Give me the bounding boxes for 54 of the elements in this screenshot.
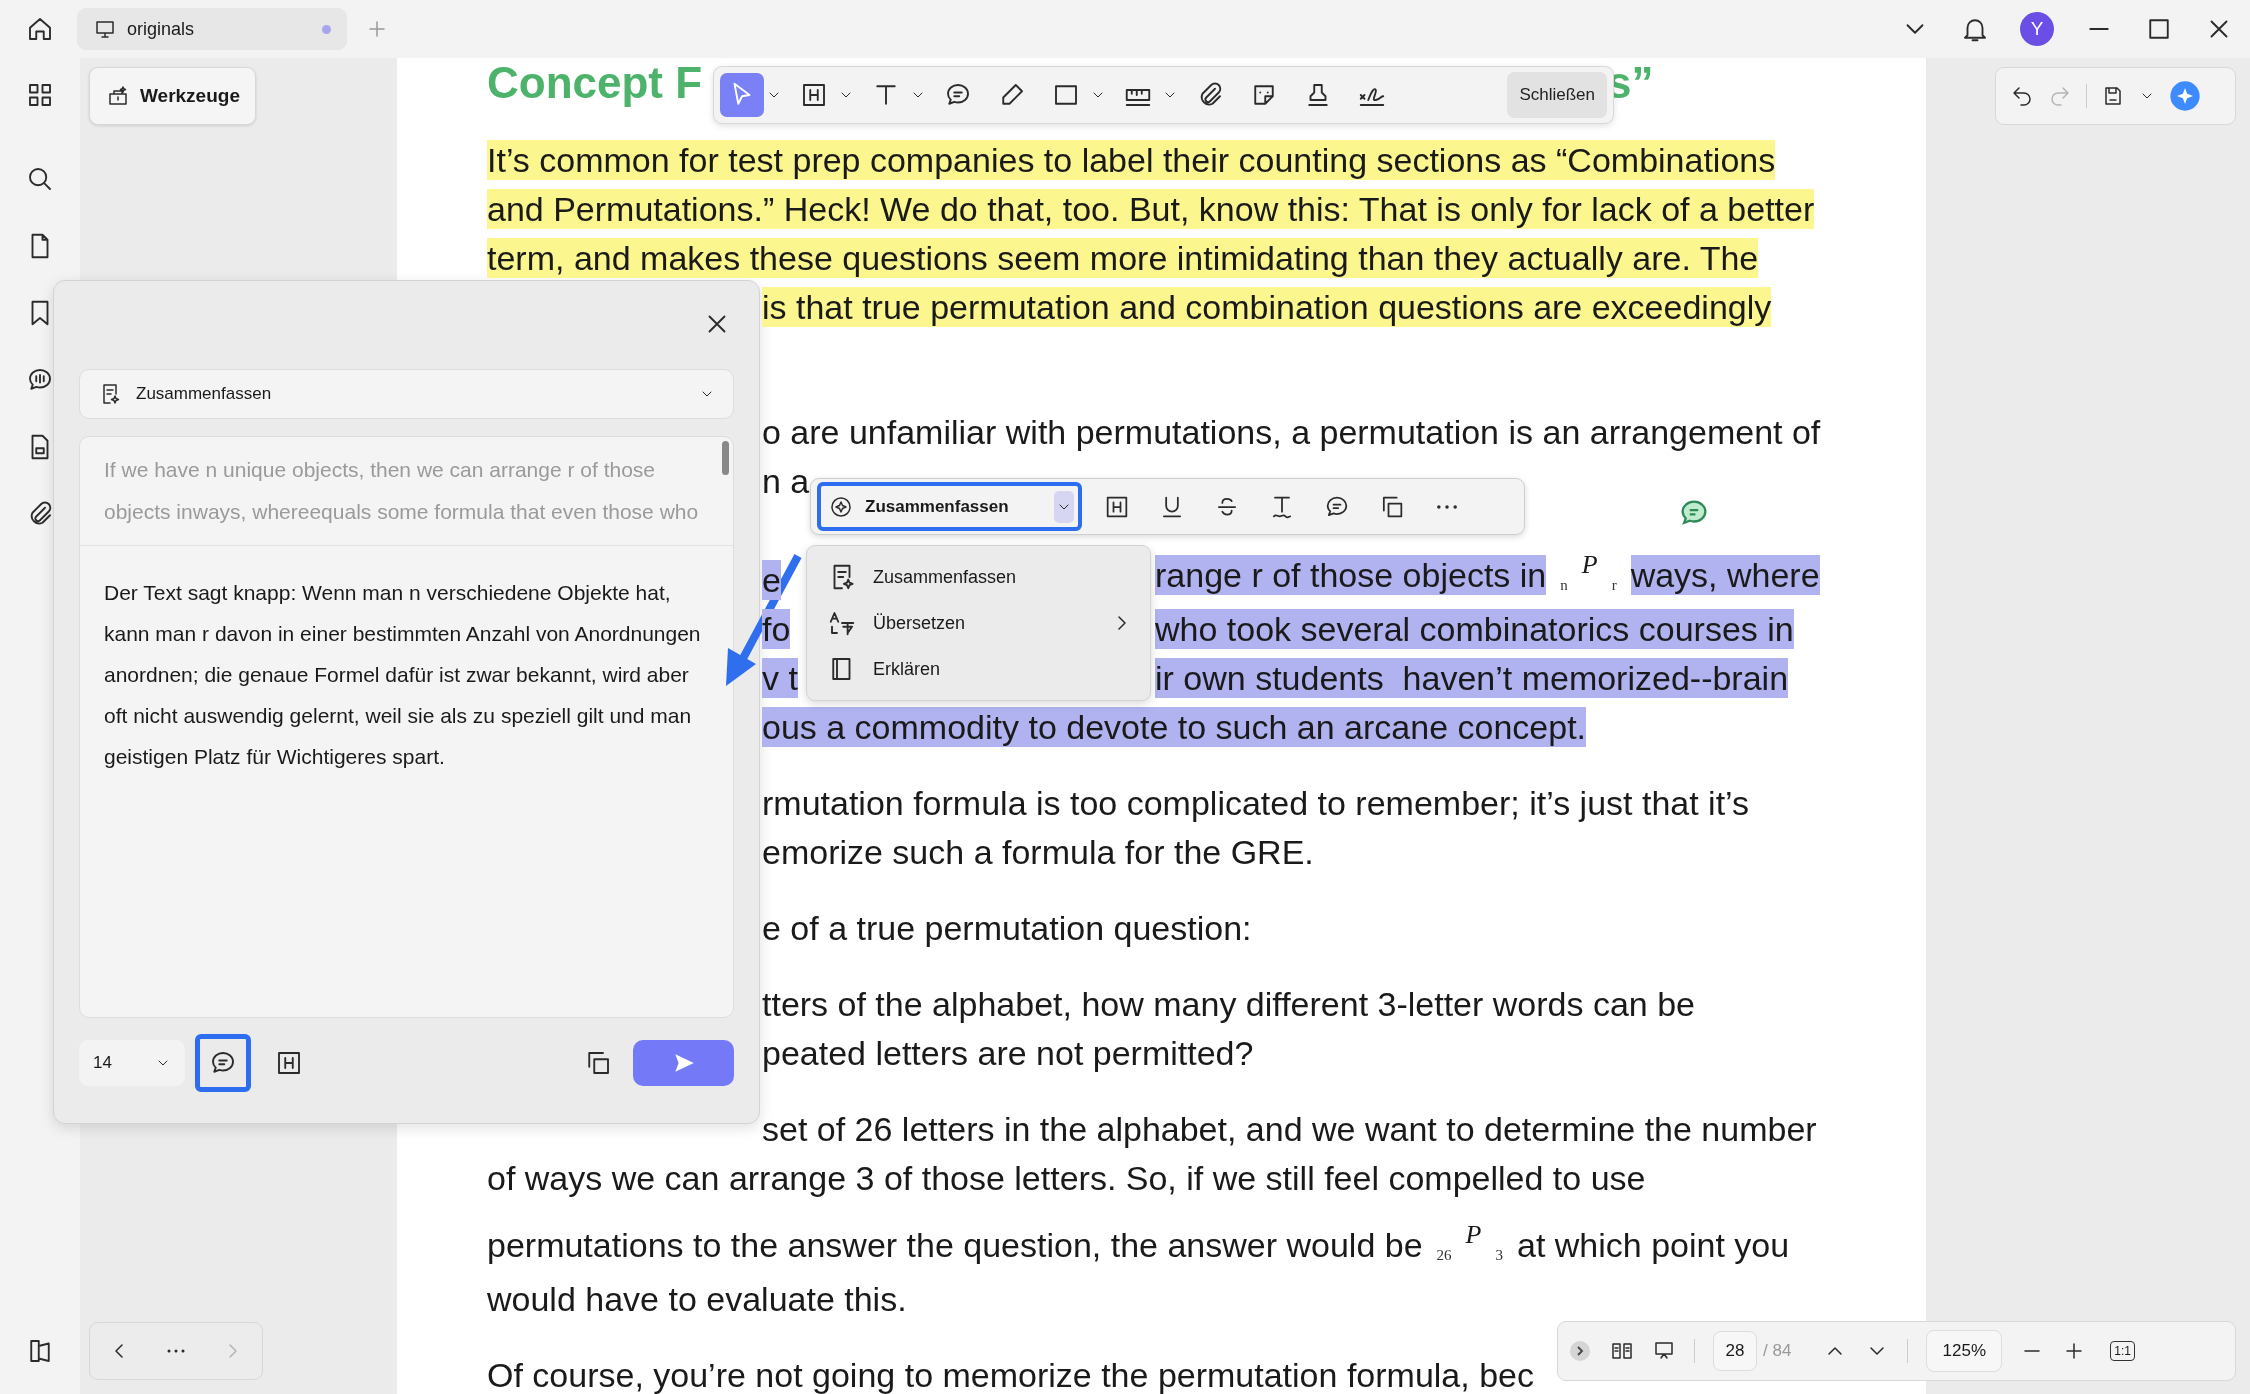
page-number-field[interactable]: 28	[1713, 1331, 1757, 1371]
document-text: term, and makes these questions seem more intimidating than they actually are. The	[487, 237, 1759, 278]
document-text: ways, where	[1630, 555, 1820, 595]
expand-icon[interactable]	[1568, 1339, 1592, 1363]
menu-item[interactable]: Erklären	[807, 646, 1150, 692]
document-text: tters of the alphabet, how many different 3-letter words can be	[762, 983, 1695, 1024]
tools-button[interactable]: Werkzeuge	[89, 67, 256, 125]
document-text: and Permutations.” Heck! We do that, too. But, know this: That is only for lack of a better	[487, 188, 1815, 229]
document-text: Of course, you’re not going to memorize the permutation formula, bec	[487, 1354, 1534, 1394]
font-size-dropdown[interactable]: 14	[79, 1040, 185, 1086]
menu-item[interactable]: Zusammenfassen	[807, 554, 1150, 600]
scrollbar-thumb[interactable]	[722, 441, 729, 475]
page-count: / 84	[1763, 1341, 1792, 1361]
mode-dropdown[interactable]: Zusammenfassen	[79, 369, 734, 419]
document-text: who took several combinatorics courses in	[1155, 608, 1794, 649]
source-text: If we have n unique objects, then we can arrange r of those	[104, 457, 656, 483]
zoom-field[interactable]: 125%	[1926, 1330, 2003, 1372]
document-text: o are unfamiliar with permutations, a permutation is an arrangement of	[762, 411, 1821, 452]
source-text: objects inways, whereequals some formula that even those who	[104, 499, 700, 525]
close-button[interactable]: Schließen	[1507, 72, 1607, 118]
document-text: emorize such a formula for the GRE.	[762, 831, 1314, 872]
menu-item[interactable]: Übersetzen	[807, 600, 1150, 646]
formula: n P r	[1560, 550, 1617, 595]
formula: 26 P 3	[1436, 1220, 1503, 1265]
document-title: Concept F	[487, 58, 703, 108]
document-text: v t	[762, 657, 798, 698]
sparkle-icon	[829, 494, 853, 519]
document-text: ir own students haven’t memorized--brain	[1155, 657, 1789, 698]
document-text: of ways we can arrange 3 of those letters. So, if we still feel compelled to use	[487, 1157, 1646, 1198]
document-text: would have to evaluate this.	[487, 1278, 907, 1319]
document-text: fo	[762, 608, 791, 649]
document-text: It’s common for test prep companies to label their counting sections as “Combinations	[487, 139, 1776, 180]
user-avatar[interactable]: Y	[2020, 12, 2054, 46]
tool-toggle[interactable]	[195, 1034, 251, 1092]
document-text: permutations to the answer the question, the answer would be	[487, 1225, 1423, 1265]
summary-text: Der Text sagt knapp: Wenn man n verschiedene Objekte hat, kann man r davon in einer bestimmten Anzahl von Anordnungen anordnen; die genaue Formel dafür ist zwar bekannt, wird aber oft nicht auswendig gelernt, weil sie als zu speziell gilt und man geistigen Platz für Wichtigeres spart.	[103, 580, 702, 770]
document-text: range r of those objects in	[1155, 555, 1547, 595]
document-text: n a	[762, 460, 810, 501]
document-text: peated letters are not permitted?	[762, 1032, 1254, 1073]
assistant-icon[interactable]	[2169, 80, 2201, 112]
send-button[interactable]	[633, 1040, 734, 1086]
document-text: e of a true permutation question:	[762, 907, 1252, 948]
document-text: set of 26 letters in the alphabet, and we want to determine the number	[762, 1108, 1817, 1149]
actual-size-button[interactable]: 1:1	[2110, 1341, 2136, 1361]
action-dropdown[interactable]: Zusammenfassen	[817, 482, 1082, 531]
document-text: ous a commodity to devote to such an arcane concept.	[762, 706, 1587, 747]
caret-icon	[1054, 490, 1074, 523]
undo-icon[interactable]	[2010, 84, 2034, 108]
document-tab[interactable]: originals	[77, 8, 347, 50]
document-text: at which point you	[1516, 1225, 1790, 1265]
document-text: e	[762, 560, 781, 600]
document-text: is that true permutation and combination questions are exceedingly	[762, 286, 1772, 327]
document-text: rmutation formula is too complicated to remember; it’s just that it’s	[762, 782, 1750, 823]
toolbox-icon	[106, 84, 130, 108]
